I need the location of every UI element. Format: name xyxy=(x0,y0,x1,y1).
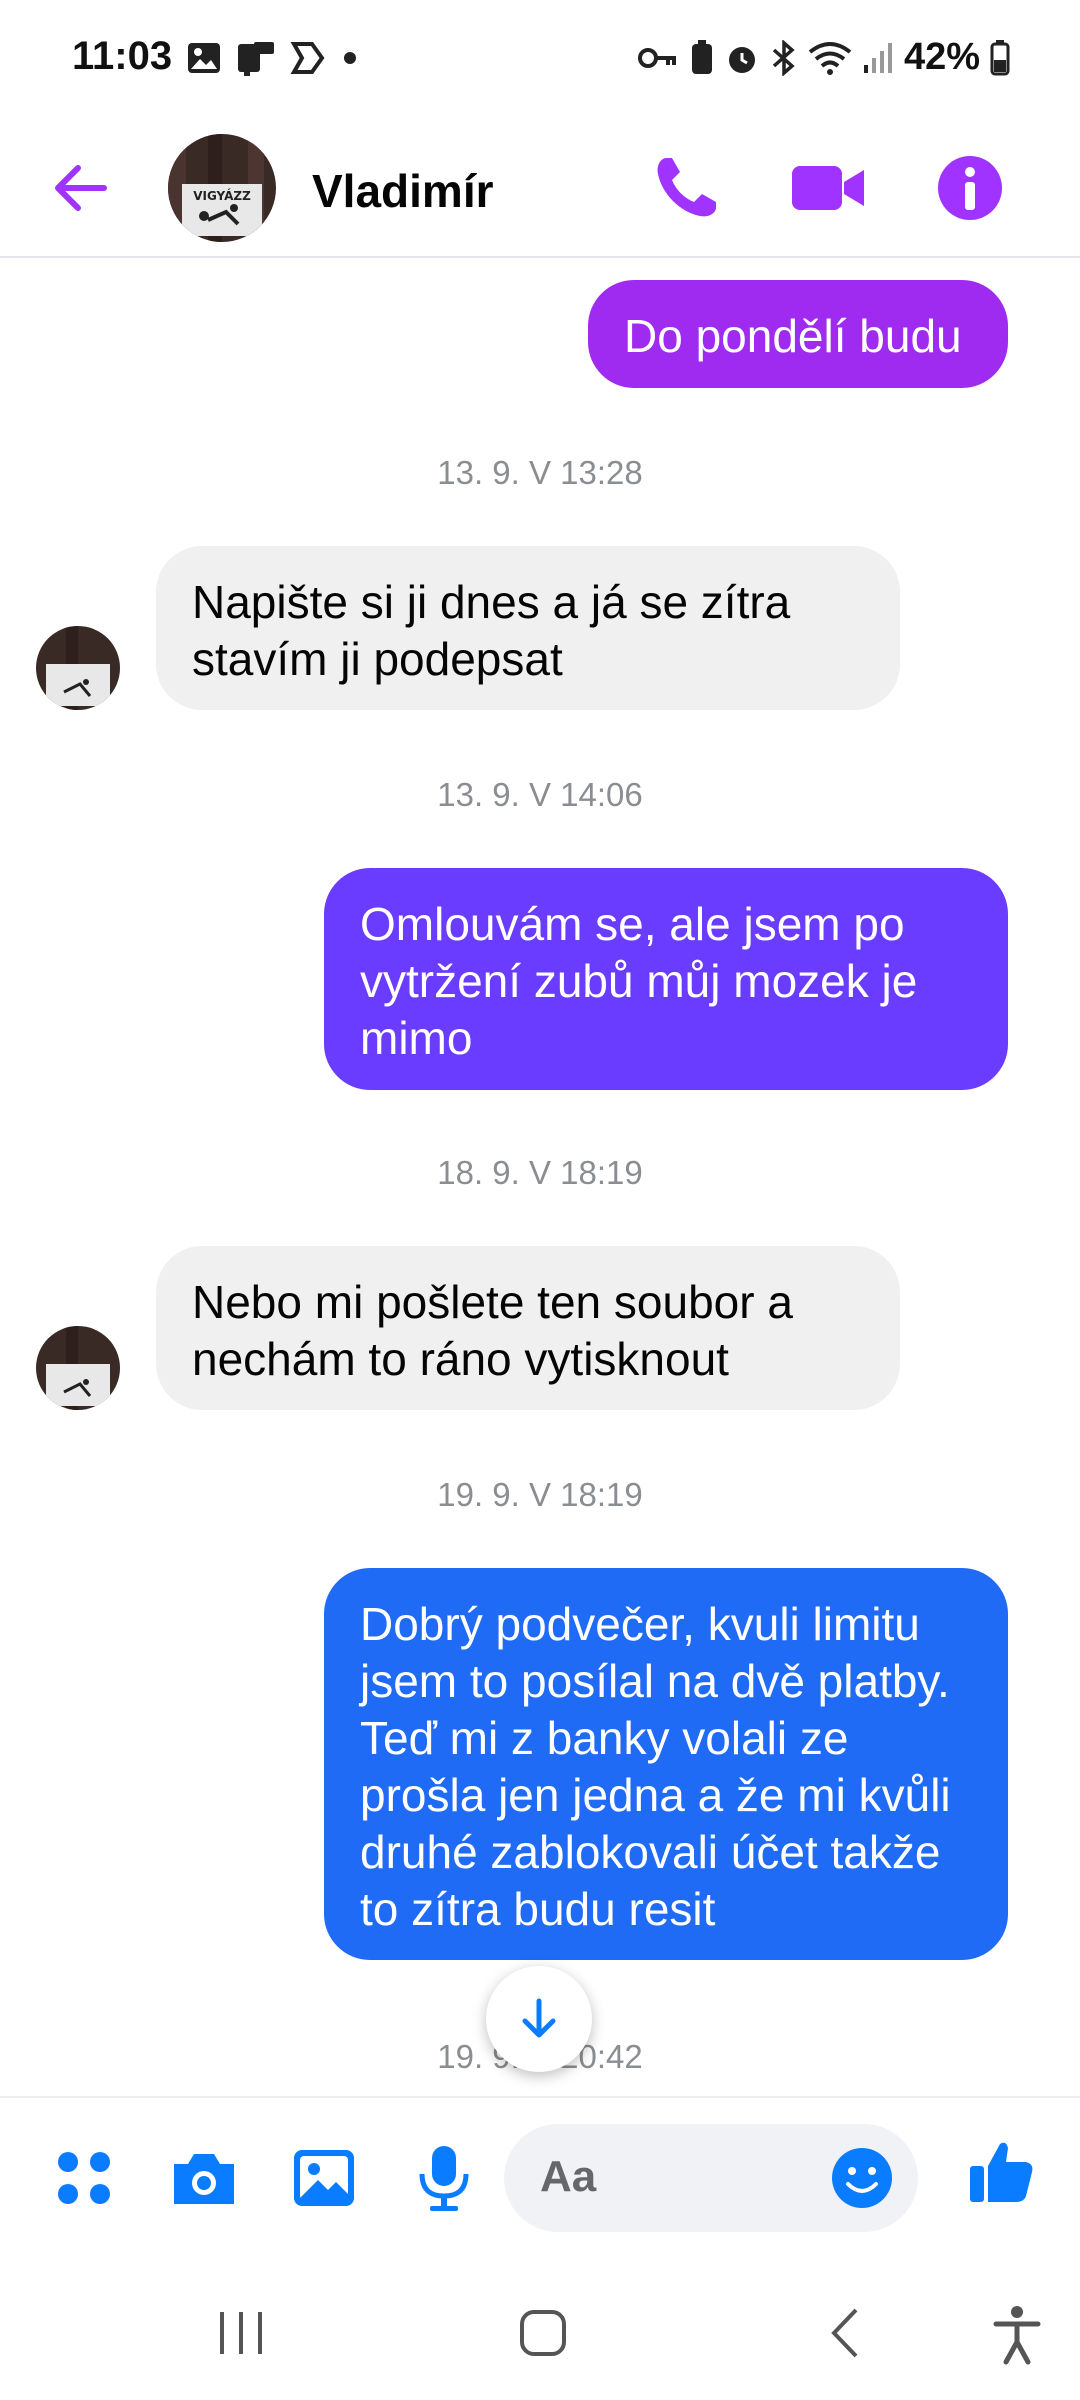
contact-avatar-small[interactable] xyxy=(36,1326,120,1410)
bluetooth-icon xyxy=(772,39,795,76)
battery-icon xyxy=(990,39,1010,75)
system-navigation-bar xyxy=(0,2262,1080,2400)
emoji-button[interactable] xyxy=(830,2146,894,2210)
outgoing-message[interactable]: Omlouvám se, ale jsem po vytržení zubů m… xyxy=(324,868,1008,1090)
avatar-image xyxy=(36,626,120,710)
voice-message-button[interactable] xyxy=(408,2142,480,2214)
arrow-left-icon xyxy=(55,165,107,211)
battery-percent: 42% xyxy=(903,36,980,78)
back-button[interactable] xyxy=(48,156,112,220)
system-icons: 42% xyxy=(637,36,1010,79)
info-icon xyxy=(938,156,1002,220)
timestamp: 19. 9. V 18:19 xyxy=(437,1476,643,1513)
video-camera-icon xyxy=(792,166,864,210)
notification-icons xyxy=(186,40,360,76)
conversation-header: VIGYÁZZ Vladimír xyxy=(0,120,1080,258)
contact-name[interactable]: Vladimír xyxy=(312,164,494,218)
smiley-icon xyxy=(832,2148,892,2208)
wifi-icon xyxy=(808,41,852,75)
status-time: 11:03 xyxy=(72,34,173,78)
home-button[interactable] xyxy=(508,2298,578,2368)
message-placeholder: Aa xyxy=(540,2152,597,2201)
timestamp: 13. 9. V 13:28 xyxy=(437,454,643,491)
back-nav-button[interactable] xyxy=(812,2298,882,2368)
camera-button[interactable] xyxy=(168,2142,240,2214)
accessibility-icon xyxy=(993,2306,1041,2365)
home-icon xyxy=(520,2310,566,2356)
message-input[interactable]: Aa xyxy=(504,2124,918,2232)
chevron-left-icon xyxy=(831,2308,858,2358)
image-icon xyxy=(294,2150,354,2206)
contact-avatar-small[interactable] xyxy=(36,626,120,710)
outgoing-message[interactable]: Do pondělí budu xyxy=(588,280,1008,388)
signal-icon xyxy=(863,42,892,73)
info-button[interactable] xyxy=(932,150,1008,226)
four-dots-icon xyxy=(58,2152,110,2204)
microphone-icon xyxy=(419,2146,469,2211)
apps-button[interactable] xyxy=(48,2142,120,2214)
phone-icon xyxy=(657,158,716,217)
arrow-down-icon xyxy=(522,1998,556,2038)
thumbs-up-icon xyxy=(970,2142,1033,2202)
avatar-image: VIGYÁZZ xyxy=(168,134,276,242)
gallery-notification-icon xyxy=(188,43,220,73)
status-bar: 11:03 42% xyxy=(0,0,1080,120)
contact-avatar[interactable]: VIGYÁZZ xyxy=(168,134,276,242)
timestamp: 13. 9. V 14:06 xyxy=(437,776,643,813)
dot-icon xyxy=(344,52,356,64)
message-composer: Aa xyxy=(0,2096,1080,2262)
battery-saver-icon xyxy=(691,39,712,74)
alarm-icon xyxy=(728,46,755,73)
gallery-button[interactable] xyxy=(288,2142,360,2214)
timestamp: 18. 9. V 18:19 xyxy=(437,1154,643,1191)
avatar-text: VIGYÁZZ xyxy=(193,188,251,203)
camera-icon xyxy=(174,2154,234,2204)
call-button[interactable] xyxy=(648,150,724,226)
app-notification-icon xyxy=(290,42,325,74)
sim-notification-icon xyxy=(238,42,274,76)
accessibility-button[interactable] xyxy=(982,2298,1052,2368)
message-thread[interactable]: Do pondělí budu 13. 9. V 13:28 Napište s… xyxy=(0,258,1080,2094)
recent-apps-button[interactable] xyxy=(206,2298,276,2368)
recent-apps-icon xyxy=(220,2312,262,2354)
incoming-message[interactable]: Napište si ji dnes a já se zítra stavím … xyxy=(156,546,900,710)
incoming-message[interactable]: Nebo mi pošlete ten soubor a nechám to r… xyxy=(156,1246,900,1410)
scroll-to-bottom-button[interactable] xyxy=(486,1966,592,2072)
avatar-image xyxy=(36,1326,120,1410)
key-icon xyxy=(637,47,676,68)
outgoing-message[interactable]: Dobrý podvečer, kvuli limitu jsem to pos… xyxy=(324,1568,1008,1960)
like-button[interactable] xyxy=(966,2136,1038,2208)
video-call-button[interactable] xyxy=(790,150,866,226)
